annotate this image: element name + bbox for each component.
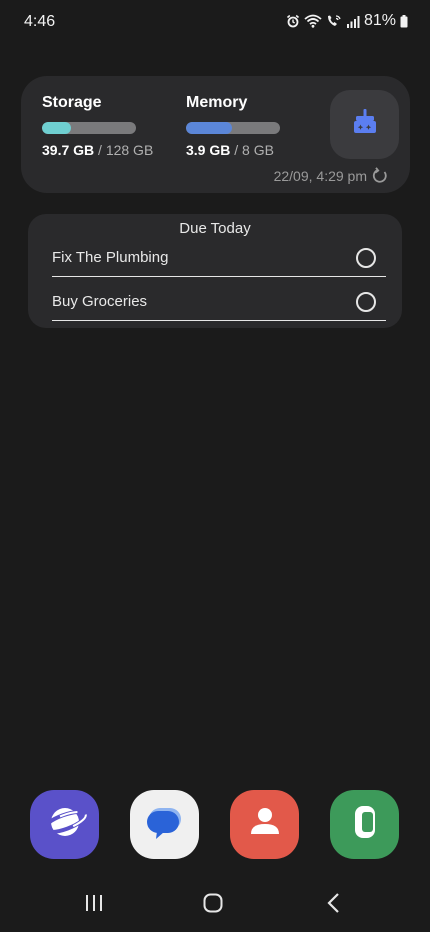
memory-bar-fill — [186, 122, 233, 134]
home-button[interactable] — [198, 890, 228, 920]
broom-sparkle-icon — [350, 107, 380, 142]
status-bar: 4:46 81% — [0, 0, 430, 44]
alarm-icon — [286, 14, 300, 28]
memory-separator: / — [230, 142, 243, 158]
memory-title: Memory — [186, 94, 248, 111]
back-icon — [324, 892, 344, 919]
storage-used: 39.7 GB — [42, 142, 95, 158]
memory-total: 8 GB — [242, 142, 274, 158]
reminder-checkbox[interactable] — [356, 247, 376, 268]
storage-metric: Storage 39.7 GB / 128 GB — [42, 94, 162, 158]
recents-button[interactable] — [79, 890, 109, 920]
memory-bar — [186, 122, 280, 134]
memory-value: 3.9 GB / 8 GB — [186, 142, 306, 158]
reminder-checkbox[interactable] — [356, 291, 376, 312]
phone-app[interactable] — [330, 790, 399, 859]
device-care-widget[interactable]: Storage 39.7 GB / 128 GB Memory 3.9 GB /… — [21, 76, 410, 193]
contacts-app[interactable] — [230, 790, 299, 859]
back-button[interactable] — [319, 890, 349, 920]
wifi-calling-icon — [326, 14, 342, 28]
phone-icon — [341, 798, 389, 851]
signal-icon — [346, 15, 360, 28]
storage-value: 39.7 GB / 128 GB — [42, 142, 162, 158]
app-dock — [0, 790, 430, 860]
clean-now-button[interactable] — [330, 90, 399, 159]
memory-used: 3.9 GB — [186, 142, 231, 158]
reminder-item[interactable]: Fix The Plumbing — [52, 233, 386, 277]
messages-icon — [141, 798, 189, 851]
wifi-icon — [304, 14, 322, 28]
messages-app[interactable] — [130, 790, 199, 859]
internet-browser-app[interactable] — [30, 790, 99, 859]
reminder-item[interactable]: Buy Groceries — [52, 277, 386, 321]
refresh-icon[interactable] — [371, 167, 389, 185]
status-time: 4:46 — [24, 13, 56, 30]
storage-total: 128 GB — [105, 142, 154, 158]
home-icon — [202, 892, 224, 919]
storage-bar — [42, 122, 136, 134]
last-updated: 22/09, 4:29 pm — [273, 168, 367, 184]
storage-bar-fill — [42, 122, 72, 134]
reminder-label: Fix The Plumbing — [52, 248, 169, 266]
reminder-widget[interactable]: Due Today Fix The Plumbing Buy Groceries — [28, 214, 402, 328]
storage-title: Storage — [42, 94, 102, 111]
status-icons: 81% — [286, 12, 408, 30]
navigation-bar — [0, 884, 430, 924]
storage-separator: / — [94, 142, 106, 158]
reminder-label: Buy Groceries — [52, 292, 148, 310]
memory-metric: Memory 3.9 GB / 8 GB — [186, 94, 306, 158]
contacts-icon — [241, 798, 289, 851]
battery-icon — [400, 14, 408, 28]
recents-icon — [83, 893, 105, 918]
battery-level: 81% — [363, 12, 396, 29]
internet-browser-icon — [41, 798, 89, 851]
